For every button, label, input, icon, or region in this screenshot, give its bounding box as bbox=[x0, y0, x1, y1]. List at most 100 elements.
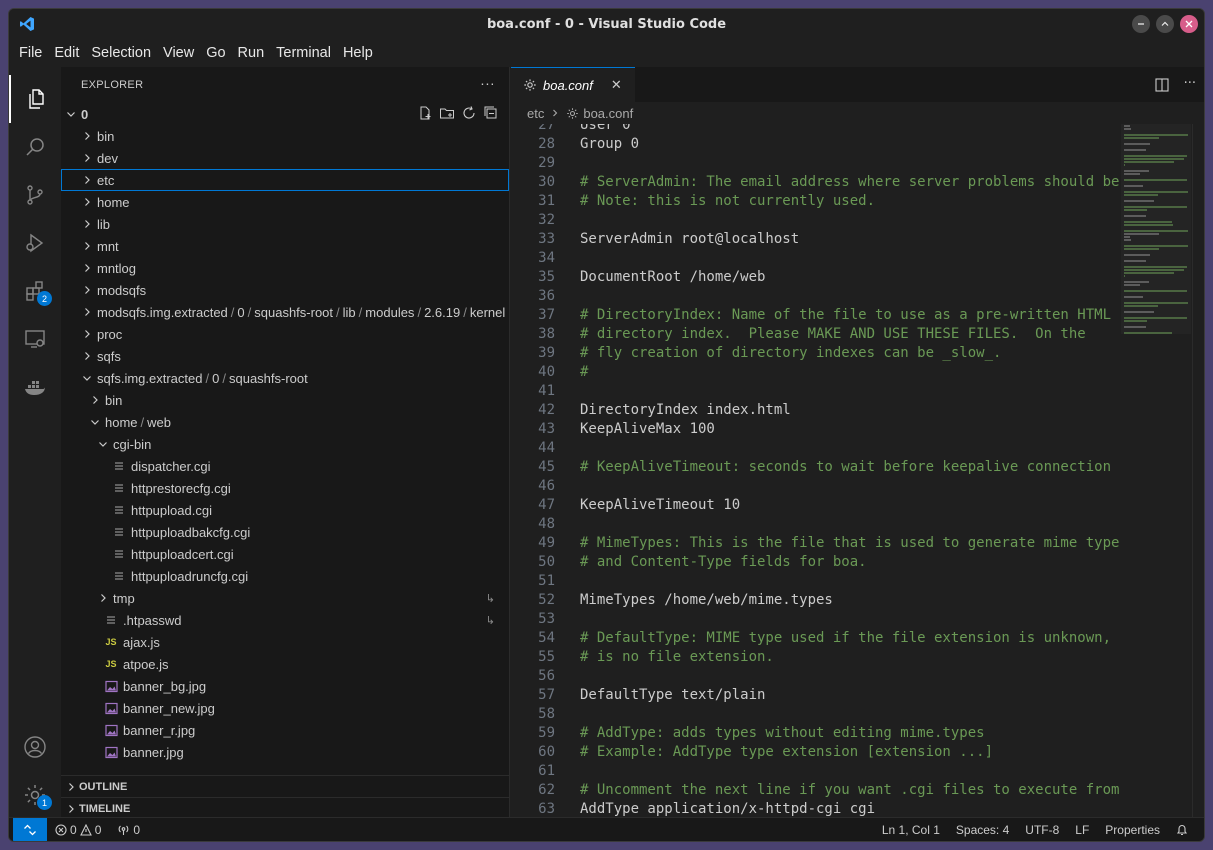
remote-explorer-activity[interactable] bbox=[9, 315, 61, 363]
source-control-activity[interactable] bbox=[9, 171, 61, 219]
line-number: 32 bbox=[538, 211, 555, 228]
chevron-right-icon bbox=[544, 106, 566, 121]
more-actions-icon[interactable]: ··· bbox=[1184, 77, 1196, 93]
menu-edit[interactable]: Edit bbox=[48, 45, 85, 61]
tree-file[interactable]: .htpasswd ↳ bbox=[61, 609, 509, 631]
tree-item-label: banner_new.jpg bbox=[123, 700, 215, 716]
line-number: 50 bbox=[538, 553, 555, 570]
docker-activity[interactable] bbox=[9, 363, 61, 411]
tree-folder[interactable]: sqfs bbox=[61, 345, 509, 367]
notifications-button[interactable] bbox=[1168, 823, 1196, 836]
maximize-button[interactable] bbox=[1156, 15, 1174, 33]
tree-file[interactable]: banner_r.jpg bbox=[61, 719, 509, 741]
explorer-activity[interactable] bbox=[9, 75, 61, 123]
line-number: 33 bbox=[538, 230, 555, 247]
breadcrumb-folder[interactable]: etc bbox=[527, 106, 544, 121]
tree-item-label: bin bbox=[105, 392, 123, 408]
menu-terminal[interactable]: Terminal bbox=[270, 45, 337, 61]
path-separator: / bbox=[140, 414, 145, 430]
tree-file[interactable]: banner_bg.jpg bbox=[61, 675, 509, 697]
tree-folder[interactable]: mnt bbox=[61, 235, 509, 257]
tree-file[interactable]: JS atpoe.js bbox=[61, 653, 509, 675]
code-line: 49 # MimeTypes: This is the file that is … bbox=[511, 533, 1119, 552]
outline-label: OUTLINE bbox=[79, 780, 128, 793]
tree-file[interactable]: dispatcher.cgi bbox=[61, 455, 509, 477]
minimize-button[interactable] bbox=[1132, 15, 1150, 33]
refresh-icon[interactable] bbox=[461, 105, 477, 121]
tree-file[interactable]: httpuploadbakcfg.cgi bbox=[61, 521, 509, 543]
tree-folder[interactable]: lib bbox=[61, 213, 509, 235]
menu-file[interactable]: File bbox=[13, 45, 48, 61]
outline-section[interactable]: OUTLINE bbox=[61, 775, 509, 797]
menu-run[interactable]: Run bbox=[232, 45, 271, 61]
tree-folder[interactable]: dev bbox=[61, 147, 509, 169]
line-number: 44 bbox=[538, 439, 555, 456]
tree-folder[interactable]: tmp ↳ bbox=[61, 587, 509, 609]
problems-status[interactable]: 0 0 bbox=[47, 823, 109, 837]
code-text: DocumentRoot /home/web bbox=[580, 268, 766, 285]
cursor-position[interactable]: Ln 1, Col 1 bbox=[874, 823, 948, 837]
tree-folder[interactable]: etc bbox=[61, 169, 509, 191]
code-comment: # DefaultType: MIME type used if the fil… bbox=[580, 629, 1112, 646]
search-activity[interactable] bbox=[9, 123, 61, 171]
explorer-more-button[interactable]: ··· bbox=[480, 75, 495, 91]
tree-file[interactable]: banner.jpg bbox=[61, 741, 509, 763]
tree-folder[interactable]: home bbox=[61, 191, 509, 213]
language-mode[interactable]: Properties bbox=[1097, 823, 1168, 837]
tree-file[interactable]: BBar.png bbox=[61, 763, 509, 768]
tree-file[interactable]: httpupload.cgi bbox=[61, 499, 509, 521]
image-file-icon bbox=[103, 700, 119, 716]
tree-folder[interactable]: sqfs.img.extracted/0/squashfs-root bbox=[61, 367, 509, 389]
tree-file[interactable]: httpuploadruncfg.cgi bbox=[61, 565, 509, 587]
tree-folder[interactable]: mntlog bbox=[61, 257, 509, 279]
tree-folder[interactable]: bin bbox=[61, 389, 509, 411]
collapse-all-icon[interactable] bbox=[483, 105, 499, 121]
tree-folder[interactable]: modsqfs.img.extracted/0/squashfs-root / li… bbox=[61, 301, 509, 323]
line-number: 55 bbox=[538, 648, 555, 665]
tree-item-label: modules bbox=[365, 304, 415, 320]
vscode-logo-icon bbox=[20, 17, 34, 31]
new-file-icon[interactable] bbox=[417, 105, 433, 121]
tab-boa-conf[interactable]: boa.conf ✕ bbox=[511, 67, 635, 102]
text-file-icon bbox=[111, 502, 127, 518]
encoding-status[interactable]: UTF-8 bbox=[1017, 823, 1067, 837]
tree-folder[interactable]: home / web bbox=[61, 411, 509, 433]
new-folder-icon[interactable] bbox=[439, 105, 455, 121]
chevron-right-icon bbox=[95, 590, 111, 606]
tree-file[interactable]: JS ajax.js bbox=[61, 631, 509, 653]
accounts-activity[interactable] bbox=[9, 723, 61, 771]
code-editor[interactable]: 27 User 0 28 Group 0 29 30 # ServerAdmin: The … bbox=[511, 124, 1121, 817]
path-separator: / bbox=[247, 304, 252, 320]
tree-file[interactable]: httprestorecfg.cgi bbox=[61, 477, 509, 499]
tree-folder[interactable]: bin bbox=[61, 125, 509, 147]
remote-indicator[interactable] bbox=[13, 818, 47, 841]
breadcrumb-file[interactable]: boa.conf bbox=[583, 106, 633, 121]
run-debug-icon bbox=[26, 233, 44, 253]
minimap[interactable] bbox=[1121, 124, 1191, 334]
account-icon bbox=[24, 736, 46, 758]
tree-folder[interactable]: modsqfs bbox=[61, 279, 509, 301]
tree-folder[interactable]: cgi-bin bbox=[61, 433, 509, 455]
eol-status[interactable]: LF bbox=[1067, 823, 1097, 837]
menu-help[interactable]: Help bbox=[337, 45, 379, 61]
ports-status[interactable]: 0 bbox=[109, 823, 148, 837]
menu-go[interactable]: Go bbox=[200, 45, 231, 61]
extensions-activity[interactable]: 2 bbox=[9, 267, 61, 315]
close-window-button[interactable] bbox=[1180, 15, 1198, 33]
tree-root-folder[interactable]: 0 bbox=[61, 103, 509, 125]
menu-view[interactable]: View bbox=[157, 45, 200, 61]
code-comment: # Note: this is not currently used. bbox=[580, 192, 876, 209]
run-debug-activity[interactable] bbox=[9, 219, 61, 267]
menu-selection[interactable]: Selection bbox=[85, 45, 157, 61]
tree-file[interactable]: httpuploadcert.cgi bbox=[61, 543, 509, 565]
close-tab-icon[interactable]: ✕ bbox=[611, 77, 622, 93]
manage-activity[interactable]: 1 bbox=[9, 771, 61, 819]
split-editor-icon[interactable] bbox=[1154, 77, 1170, 93]
chevron-right-icon bbox=[79, 282, 95, 298]
indentation-status[interactable]: Spaces: 4 bbox=[948, 823, 1017, 837]
editor-scrollbar[interactable] bbox=[1192, 124, 1204, 817]
tree-folder[interactable]: proc bbox=[61, 323, 509, 345]
timeline-section[interactable]: TIMELINE bbox=[61, 797, 509, 819]
tree-file[interactable]: banner_new.jpg bbox=[61, 697, 509, 719]
tree-item-label: httpuploadbakcfg.cgi bbox=[131, 524, 251, 540]
